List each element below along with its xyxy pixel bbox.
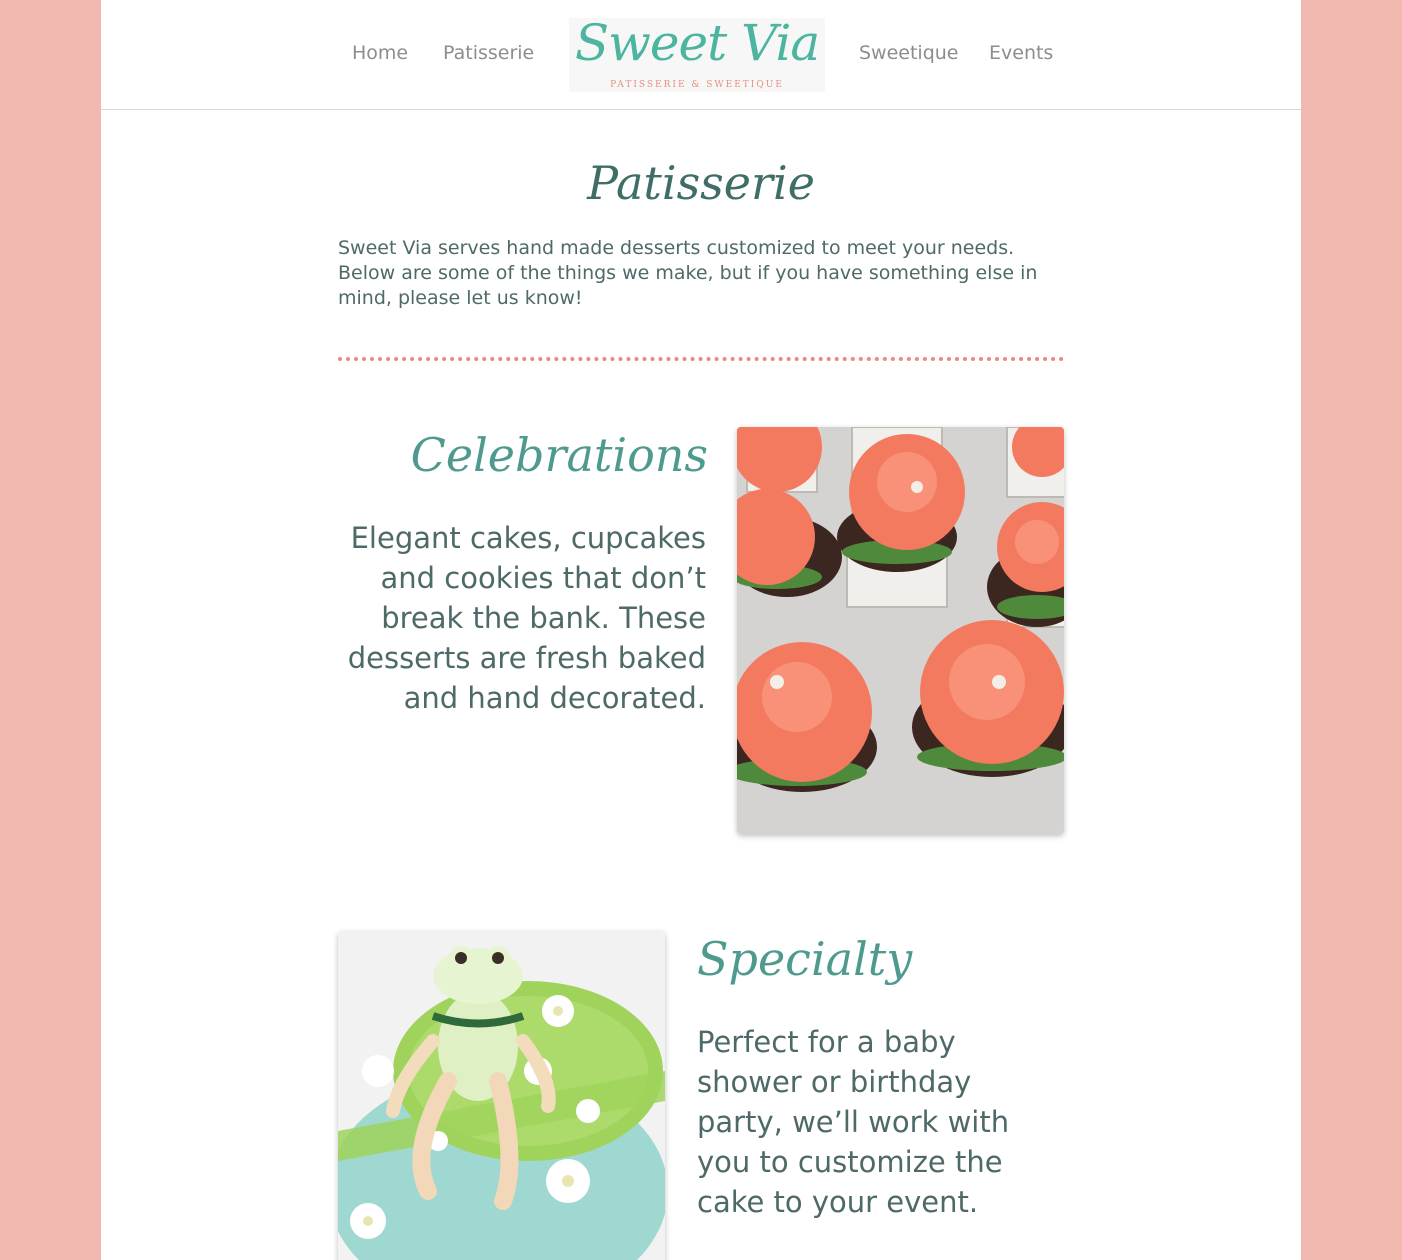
section-text-specialty: Perfect for a baby shower or birthday pa…	[697, 1025, 1010, 1219]
section-title-specialty: Specialty	[697, 932, 913, 986]
dotted-divider	[338, 357, 1064, 361]
section-text-celebrations: Elegant cakes, cupcakes and cookies that…	[347, 521, 706, 715]
logo-tagline: PATISSERIE & SWEETIQUE	[610, 80, 784, 90]
cupcakes-photo	[737, 427, 1064, 834]
nav-link-home[interactable]: Home	[352, 42, 408, 64]
site-logo[interactable]: Sweet Via PATISSERIE & SWEETIQUE	[569, 14, 825, 92]
section-title-celebrations: Celebrations	[410, 428, 708, 482]
nav-link-sweetique[interactable]: Sweetique	[859, 42, 959, 64]
nav-link-events[interactable]: Events	[989, 42, 1053, 64]
cupcakes-image	[737, 427, 1064, 834]
logo-wordmark: Sweet Via	[574, 14, 820, 72]
nav-link-patisserie[interactable]: Patisserie	[443, 42, 534, 64]
page-title: Patisserie	[587, 156, 815, 210]
frog-cake-photo	[338, 931, 665, 1260]
frog-cake-image	[338, 931, 665, 1260]
page-container: Home Patisserie Sweet Via PATISSERIE & S…	[101, 0, 1301, 1260]
site-header: Home Patisserie Sweet Via PATISSERIE & S…	[101, 0, 1301, 110]
intro-paragraph: Sweet Via serves hand made desserts cust…	[338, 237, 1038, 309]
